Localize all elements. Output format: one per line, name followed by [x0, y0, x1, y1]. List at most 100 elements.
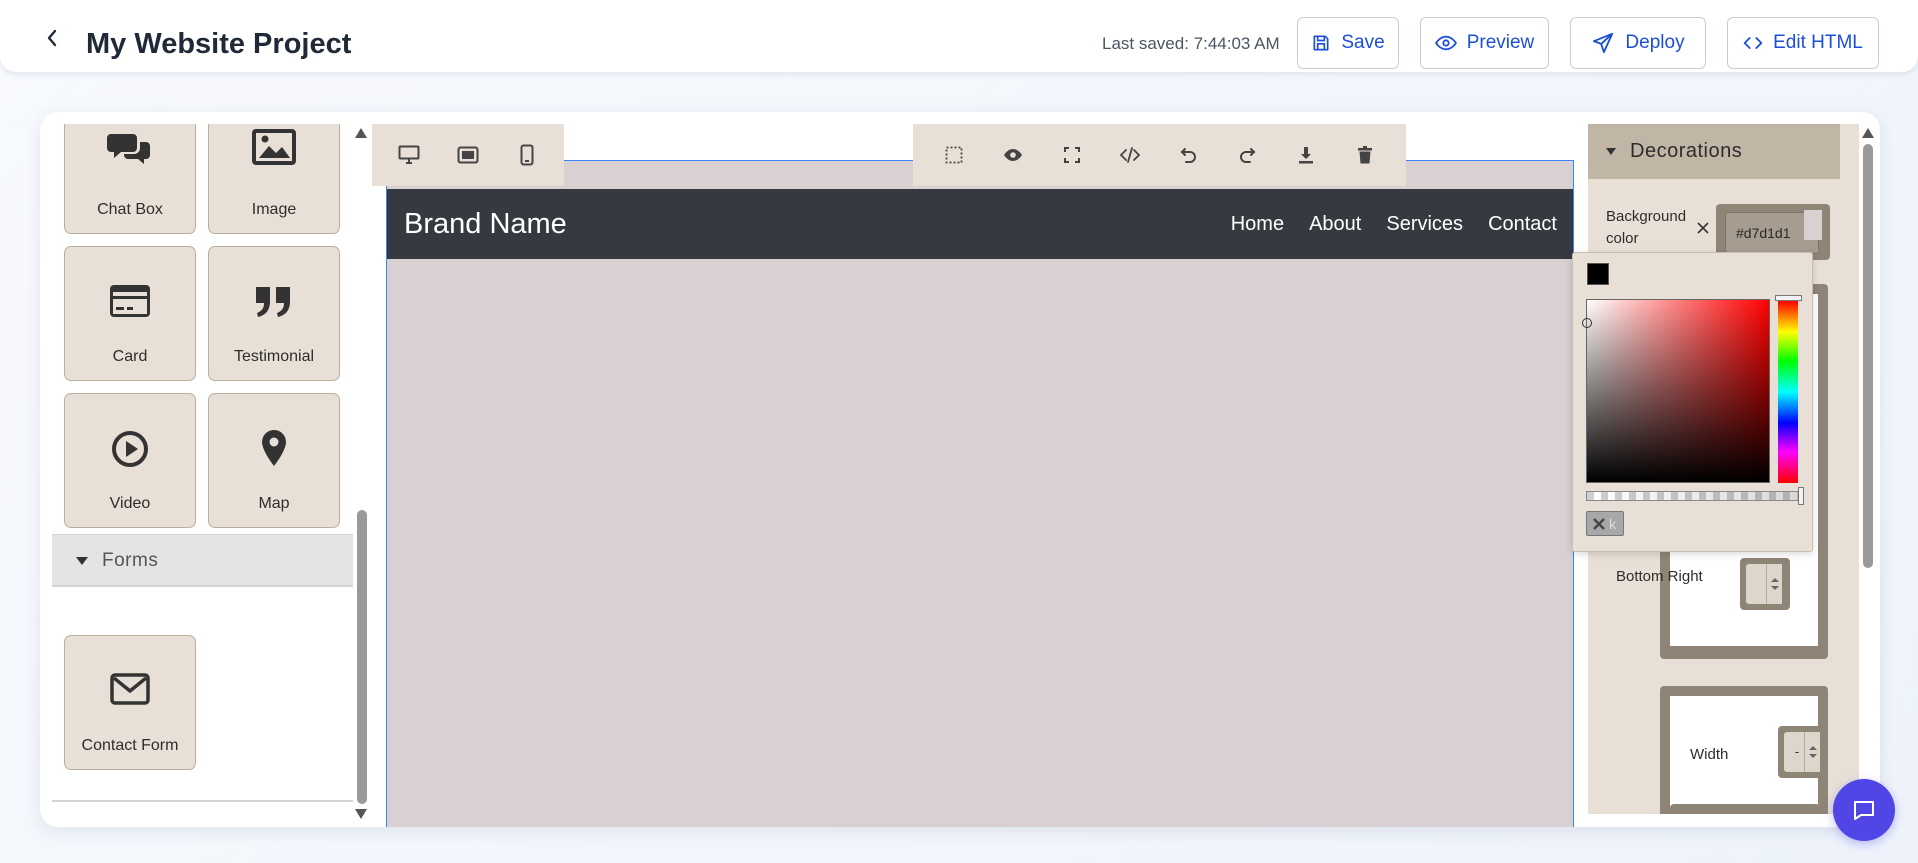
block-label: Chat Box [97, 201, 163, 218]
scroll-down-icon[interactable] [355, 809, 367, 819]
stepper-arrows-icon [1770, 578, 1779, 590]
image-icon [252, 129, 296, 165]
scrollbar-thumb[interactable] [1863, 144, 1873, 568]
undo-icon [1180, 148, 1196, 163]
block-image[interactable]: Image [208, 124, 340, 234]
forms-section-title: Forms [102, 549, 159, 571]
canvas-area: Brand Name Home About Services Contact [372, 124, 1580, 827]
block-testimonial[interactable]: Testimonial [208, 246, 340, 381]
edit-html-button[interactable]: Edit HTML [1727, 17, 1879, 69]
site-navbar[interactable]: Brand Name Home About Services Contact [387, 189, 1573, 259]
back-button[interactable] [38, 24, 66, 52]
site-nav-services[interactable]: Services [1386, 213, 1463, 236]
envelope-icon [110, 673, 150, 705]
device-toolbar [372, 124, 564, 186]
clear-canvas-button[interactable] [1348, 138, 1382, 172]
bottom-right-stepper [1740, 558, 1790, 610]
decorations-section-header[interactable]: Decorations [1588, 124, 1840, 179]
site-brand[interactable]: Brand Name [404, 208, 567, 241]
chevron-left-icon [47, 29, 57, 47]
paper-plane-icon [1593, 32, 1614, 54]
undo-button[interactable] [1172, 138, 1206, 172]
desktop-icon [398, 145, 420, 164]
color-clear-button[interactable]: k [1586, 511, 1624, 536]
credit-card-icon [110, 285, 150, 317]
bottom-right-label: Bottom Right [1616, 568, 1703, 585]
blocks-panel: Chat Box Image Card Testimonial Video Ma… [52, 124, 353, 814]
site-nav-about[interactable]: About [1309, 213, 1361, 236]
width-stepper-arrows[interactable] [1804, 732, 1820, 772]
saturation-value-picker[interactable] [1582, 299, 1770, 483]
divider [52, 585, 353, 587]
saturation-value-handle[interactable] [1582, 318, 1592, 328]
view-code-button[interactable] [1113, 138, 1147, 172]
color-clear-label: k [1609, 515, 1616, 532]
style-panel-scrollbar[interactable] [1859, 124, 1877, 814]
redo-icon [1240, 148, 1256, 163]
download-icon [1299, 147, 1314, 164]
width-input-value: - [1794, 744, 1800, 759]
block-card[interactable]: Card [64, 246, 196, 381]
current-color-swatch[interactable] [1587, 263, 1609, 285]
block-label: Contact Form [81, 737, 179, 754]
block-label: Testimonial [233, 348, 315, 365]
block-chat-box[interactable]: Chat Box [64, 124, 196, 234]
hue-slider[interactable] [1778, 301, 1798, 483]
decorations-section-title: Decorations [1630, 140, 1743, 162]
toggle-outlines-button[interactable] [937, 138, 971, 172]
preview-toggle-button[interactable] [996, 138, 1030, 172]
redo-button[interactable] [1230, 138, 1264, 172]
close-icon [1593, 517, 1605, 530]
scrollbar-thumb[interactable] [357, 510, 367, 804]
canvas-tools-toolbar [913, 124, 1406, 186]
block-video[interactable]: Video [64, 393, 196, 528]
fullscreen-button[interactable] [1055, 138, 1089, 172]
scroll-up-icon[interactable] [355, 128, 367, 138]
tablet-icon [457, 146, 479, 164]
background-color-swatch[interactable] [1804, 210, 1822, 240]
color-picker-popover: k [1572, 252, 1813, 552]
site-nav-links: Home About Services Contact [1231, 213, 1557, 236]
next-property-field [1670, 804, 1820, 814]
select-outline-icon [945, 146, 963, 164]
preview-button-label: Preview [1466, 32, 1535, 53]
background-color-label: Background color [1606, 208, 1687, 247]
width-stepper: - [1778, 726, 1828, 778]
fullscreen-icon [1063, 147, 1080, 163]
clear-property-icon[interactable] [1695, 220, 1711, 236]
blocks-panel-scrollbar[interactable] [353, 124, 369, 819]
device-tablet-button[interactable] [451, 138, 485, 172]
download-button[interactable] [1289, 138, 1323, 172]
top-header: My Website Project Last saved: 7:44:03 A… [0, 0, 1918, 72]
save-button-label: Save [1341, 32, 1385, 53]
site-nav-home[interactable]: Home [1231, 213, 1284, 236]
block-map[interactable]: Map [208, 393, 340, 528]
alpha-slider[interactable] [1586, 491, 1800, 501]
floppy-disk-icon [1313, 35, 1329, 51]
code-icon [1743, 37, 1763, 49]
block-label: Card [112, 348, 148, 365]
preview-button[interactable]: Preview [1420, 17, 1549, 69]
code-icon [1120, 147, 1141, 163]
divider [52, 800, 353, 802]
eye-icon [1003, 149, 1022, 161]
map-pin-icon [262, 430, 286, 466]
chat-support-button[interactable] [1833, 779, 1895, 841]
site-nav-contact[interactable]: Contact [1488, 213, 1557, 236]
deploy-button[interactable]: Deploy [1570, 17, 1706, 69]
forms-section-header[interactable]: Forms [52, 535, 353, 586]
eye-icon [1434, 35, 1457, 51]
alpha-slider-handle[interactable] [1798, 487, 1804, 505]
quote-icon [256, 287, 290, 317]
save-button[interactable]: Save [1297, 17, 1399, 69]
block-label: Video [109, 495, 151, 512]
hue-slider-handle[interactable] [1775, 295, 1802, 301]
bottom-right-stepper-arrows[interactable] [1766, 564, 1782, 604]
block-contact-form[interactable]: Contact Form [64, 635, 196, 770]
scroll-up-icon[interactable] [1862, 128, 1874, 138]
device-mobile-button[interactable] [510, 138, 544, 172]
project-title: My Website Project [86, 28, 352, 60]
canvas-frame[interactable]: Brand Name Home About Services Contact [386, 160, 1574, 827]
device-desktop-button[interactable] [392, 138, 426, 172]
width-label: Width [1690, 746, 1729, 763]
